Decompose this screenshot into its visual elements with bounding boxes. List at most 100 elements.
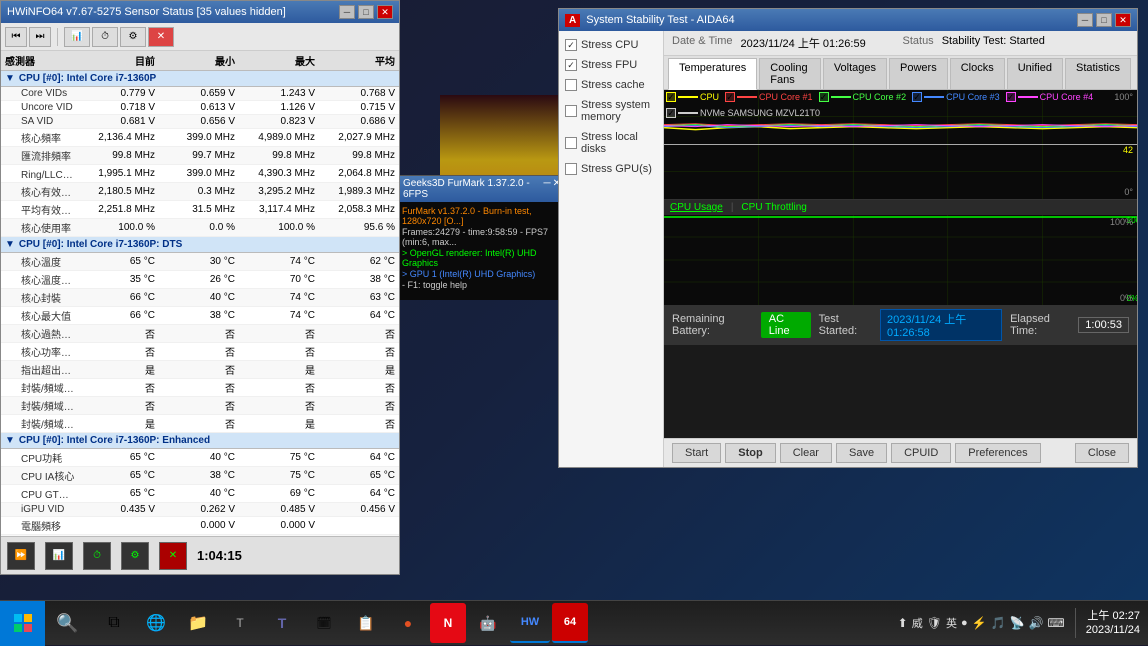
- taskbar-app-3[interactable]: 🗓: [304, 603, 344, 643]
- sidebar-item-stress-cpu[interactable]: Stress CPU: [563, 37, 659, 53]
- hwinfo-status-icon-2[interactable]: 📊: [45, 542, 73, 570]
- furmark-titlebar: Geeks3D FurMark 1.37.2.0 - 6FPS ─ ✕: [399, 176, 565, 202]
- clock-time: 上午 02:27: [1086, 609, 1140, 623]
- tab-temperatures[interactable]: Temperatures: [668, 58, 757, 90]
- toolbar-settings-btn[interactable]: ⚙: [120, 27, 146, 47]
- stress-gpu-label: Stress GPU(s): [581, 163, 652, 175]
- taskbar-teams[interactable]: T: [262, 603, 302, 643]
- toolbar-btn-1[interactable]: ⏮: [5, 27, 27, 47]
- stress-cache-label: Stress cache: [581, 79, 645, 91]
- taskbar-task-view[interactable]: ⧉: [94, 603, 134, 643]
- taskbar-edge[interactable]: 🌐: [136, 603, 176, 643]
- tray-icon-7[interactable]: 📡: [1010, 616, 1025, 630]
- usage-max-label: 100%: [1110, 217, 1133, 227]
- tab-powers[interactable]: Powers: [889, 58, 948, 89]
- table-row: 核心溫度 65 °C 30 °C 74 °C 62 °C: [1, 253, 399, 271]
- stress-memory-checkbox[interactable]: [565, 105, 577, 117]
- hwinfo-close-btn[interactable]: ✕: [377, 5, 393, 19]
- status-value: Stability Test: Started: [942, 35, 1045, 51]
- desktop: HWiNFO64 v7.67-5275 Sensor Status [35 va…: [0, 0, 1148, 600]
- temp-chart: ✓ CPU ✓ CPU Core #1 ✓: [664, 90, 1137, 200]
- stress-disks-checkbox[interactable]: [565, 137, 577, 149]
- toolbar-close-btn[interactable]: ✕: [148, 27, 174, 47]
- legend-core3: ✓ CPU Core #3: [912, 92, 1000, 102]
- close-button[interactable]: Close: [1075, 443, 1129, 463]
- tab-unified[interactable]: Unified: [1007, 58, 1063, 89]
- tray-icon-1[interactable]: 威: [912, 615, 923, 631]
- taskbar-explorer[interactable]: 📁: [178, 603, 218, 643]
- tray-arrow[interactable]: ⬆: [898, 616, 908, 630]
- aida-actions: Start Stop Clear Save CPUID Preferences …: [664, 438, 1137, 467]
- battery-value: AC Line: [761, 312, 811, 338]
- clock-display[interactable]: 上午 02:27 2023/11/24: [1086, 609, 1140, 638]
- taskbar-netflix[interactable]: N: [430, 603, 466, 643]
- sidebar-item-stress-memory[interactable]: Stress system memory: [563, 97, 659, 125]
- hwinfo-content[interactable]: ▼ CPU [#0]: Intel Core i7-1360P Core VID…: [1, 71, 399, 536]
- sidebar-item-stress-disks[interactable]: Stress local disks: [563, 129, 659, 157]
- cpu-usage-tab[interactable]: CPU Usage: [670, 202, 723, 213]
- taskbar-app-1[interactable]: T: [220, 603, 260, 643]
- furmark-line-4: > GPU 1 (Intel(R) UHD Graphics): [402, 269, 562, 279]
- tab-statistics[interactable]: Statistics: [1065, 58, 1131, 89]
- hwinfo-maximize-btn[interactable]: □: [358, 5, 374, 19]
- hwinfo-minimize-btn[interactable]: ─: [339, 5, 355, 19]
- temp-min-label: 0°: [1124, 187, 1133, 197]
- stress-cpu-checkbox[interactable]: [565, 39, 577, 51]
- tray-icon-6[interactable]: 🎵: [991, 616, 1006, 630]
- tray-icon-2[interactable]: 🛡: [927, 616, 942, 630]
- tab-clocks[interactable]: Clocks: [950, 58, 1005, 89]
- start-button[interactable]: Start: [672, 443, 721, 463]
- aida-minimize-btn[interactable]: ─: [1077, 13, 1093, 27]
- save-button[interactable]: Save: [836, 443, 887, 463]
- hwinfo-status-icon-5[interactable]: ✕: [159, 542, 187, 570]
- stop-button[interactable]: Stop: [725, 443, 775, 463]
- preferences-button[interactable]: Preferences: [955, 443, 1040, 463]
- tray-icon-8[interactable]: 🔊: [1028, 616, 1043, 630]
- aida-titlebar: A System Stability Test - AIDA64 ─ □ ✕: [559, 9, 1137, 31]
- stress-gpu-checkbox[interactable]: [565, 163, 577, 175]
- start-button[interactable]: [0, 601, 45, 646]
- stress-cache-checkbox[interactable]: [565, 79, 577, 91]
- cpuid-button[interactable]: CPUID: [891, 443, 951, 463]
- tab-voltages[interactable]: Voltages: [823, 58, 887, 89]
- aida-sidebar: Stress CPU Stress FPU Stress cache Stres…: [559, 31, 664, 467]
- clear-button[interactable]: Clear: [780, 443, 832, 463]
- toolbar-monitor-btn[interactable]: 📊: [64, 27, 90, 47]
- table-row: 電腦頻移 0.000 V 0.000 V: [1, 517, 399, 535]
- aida-maximize-btn[interactable]: □: [1096, 13, 1112, 27]
- taskbar-aida64[interactable]: 64: [552, 603, 588, 643]
- hwinfo-status-icon-4[interactable]: ⚙: [121, 542, 149, 570]
- tray-icon-3[interactable]: 英: [946, 615, 957, 631]
- search-button[interactable]: 🔍: [45, 601, 90, 646]
- taskbar-hwinfo[interactable]: HW: [510, 603, 550, 643]
- section-cpu0-enhanced: ▼ CPU [#0]: Intel Core i7-1360P: Enhance…: [1, 433, 399, 449]
- sidebar-item-stress-cache[interactable]: Stress cache: [563, 77, 659, 93]
- hwinfo-status-icon-1[interactable]: ⏩: [7, 542, 35, 570]
- aida-chart-area: ✓ CPU ✓ CPU Core #1 ✓: [664, 90, 1137, 438]
- date-label: Date & Time: [672, 35, 733, 51]
- tray-icon-4[interactable]: ●: [961, 617, 968, 629]
- table-row: 核心溫度與TJMAX的... 35 °C 26 °C 70 °C 38 °C: [1, 271, 399, 289]
- tray-icon-5[interactable]: ⚡: [972, 616, 987, 630]
- hwinfo-titlebar: HWiNFO64 v7.67-5275 Sensor Status [35 va…: [1, 1, 399, 23]
- taskbar-app-4[interactable]: 📋: [346, 603, 386, 643]
- stress-fpu-checkbox[interactable]: [565, 59, 577, 71]
- sidebar-item-stress-fpu[interactable]: Stress FPU: [563, 57, 659, 73]
- table-row: 核心封裝 66 °C 40 °C 74 °C 63 °C: [1, 289, 399, 307]
- tray-icon-9[interactable]: ⌨: [1047, 616, 1064, 630]
- taskbar-app-5[interactable]: ●: [388, 603, 428, 643]
- taskbar-app-7[interactable]: 🤖: [468, 603, 508, 643]
- toolbar-btn-2[interactable]: ⏭: [29, 27, 51, 47]
- furmark-minimize-btn[interactable]: ─: [544, 178, 551, 200]
- stress-cpu-label: Stress CPU: [581, 39, 638, 51]
- sidebar-item-stress-gpu[interactable]: Stress GPU(s): [563, 161, 659, 177]
- table-row: iGPU VID 0.435 V 0.262 V 0.485 V 0.456 V: [1, 503, 399, 517]
- toolbar-clock-btn[interactable]: ⏱: [92, 27, 118, 47]
- aida-datetime-item: Date & Time 2023/11/24 上午 01:26:59: [672, 35, 899, 51]
- stress-disks-label: Stress local disks: [581, 131, 657, 155]
- tab-cooling-fans[interactable]: Cooling Fans: [759, 58, 821, 89]
- stress-fpu-label: Stress FPU: [581, 59, 637, 71]
- aida-close-btn[interactable]: ✕: [1115, 13, 1131, 27]
- cpu-throttling-tab[interactable]: CPU Throttling: [741, 202, 806, 213]
- hwinfo-status-icon-3[interactable]: ⏱: [83, 542, 111, 570]
